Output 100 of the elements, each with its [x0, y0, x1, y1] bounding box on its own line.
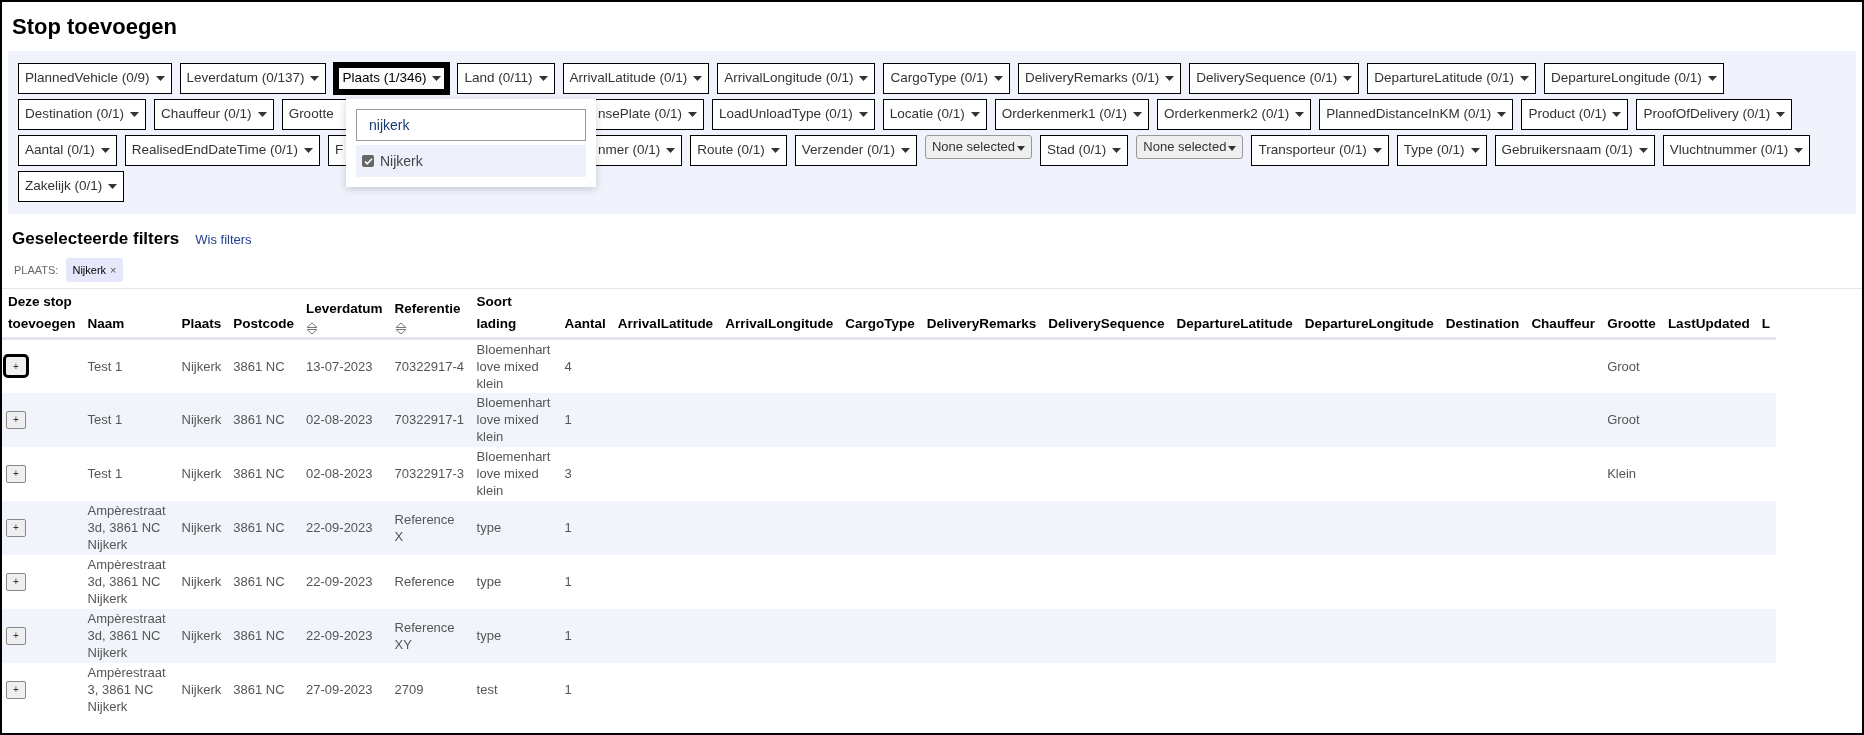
filter-dropdown-button[interactable]: Stad (0/1) [1040, 135, 1129, 166]
table-cell: Nijkerk [181, 520, 222, 535]
caret-icon [1165, 76, 1175, 81]
table-cell: Groot [1607, 358, 1640, 374]
filter-chip[interactable]: Nijkerk × [66, 257, 123, 282]
caret-icon [257, 112, 267, 117]
page-title: Stop toevoegen [11, 13, 178, 41]
caret-icon [859, 76, 869, 81]
filter-dropdown-button[interactable]: CargoType (0/1) [883, 63, 1010, 94]
column-header: DeliveryRemarks [920, 289, 1043, 339]
caret-icon [1794, 148, 1804, 153]
filter-dropdown-button[interactable]: Transporteur (0/1) [1251, 135, 1389, 166]
section-title: Geselecteerde filters [12, 228, 180, 250]
table-cell: type [476, 520, 502, 535]
search-field[interactable]: nijkerk [356, 109, 586, 141]
filter-dropdown-button[interactable]: nmer (0/1) [596, 135, 683, 166]
table-cell: Bloemenhart love mixed klein [476, 341, 551, 391]
column-header: Postcode [227, 289, 301, 339]
add-stop-button[interactable]: + [6, 464, 26, 483]
filter-dropdown-button[interactable]: Chauffeur (0/1) [154, 99, 274, 130]
multiselect-button[interactable]: None selected [1136, 135, 1244, 159]
filter-dropdown-button[interactable]: Orderkenmerk1 (0/1) [994, 99, 1149, 130]
table-cell: Reference XY [394, 619, 455, 652]
sort-icon[interactable] [306, 322, 319, 335]
filter-dropdown-button[interactable]: ArrivalLongitude (0/1) [717, 63, 876, 94]
clear-filters-link[interactable]: Wis filters [195, 230, 252, 250]
table-cell: 1 [564, 520, 572, 535]
table-cell: 13-07-2023 [306, 358, 373, 374]
column-header: Chauffeur [1525, 289, 1602, 339]
filter-dropdown-button[interactable]: Locatie (0/1) [882, 99, 987, 130]
filter-dropdown-button[interactable]: Verzender (0/1) [794, 135, 917, 166]
filter-dropdown-button[interactable]: Grootte [281, 99, 346, 130]
filter-dropdown-button[interactable]: Product (0/1) [1521, 99, 1629, 130]
filter-dropdown-button[interactable]: Zakelijk (0/1) [18, 171, 125, 202]
table-cell: Ampèrestraat 3d, 3861 NC Nijkerk [87, 557, 166, 606]
filter-dropdown-button[interactable]: Land (0/11) [457, 63, 555, 94]
column-header: Plaats [175, 289, 228, 339]
filter-dropdown-button[interactable]: PlannedDistanceInKM (0/1) [1319, 99, 1514, 130]
filter-option[interactable]: Nijkerk [356, 145, 586, 177]
caret-icon [1112, 148, 1122, 153]
filter-dropdown-button[interactable]: nsePlate (0/1) [596, 99, 705, 130]
filter-dropdown-button[interactable]: DeliveryRemarks (0/1) [1017, 63, 1182, 94]
filter-dropdown-button[interactable]: Vluchtnummer (0/1) [1662, 135, 1811, 166]
filter-dropdown-button[interactable]: DepartureLongitude (0/1) [1543, 63, 1724, 94]
table-cell: Ampèrestraat 3d, 3861 NC Nijkerk [87, 611, 166, 660]
table-cell: Test 1 [87, 358, 123, 374]
filter-dropdown-button[interactable]: Plaats (1/346) [334, 63, 450, 94]
filter-dropdown-button[interactable]: Type (0/1) [1396, 135, 1487, 166]
remove-icon[interactable]: × [110, 261, 117, 278]
caret-icon [693, 76, 703, 81]
filter-dropdown-button[interactable]: DepartureLatitude (0/1) [1367, 63, 1536, 94]
filter-dropdown-button[interactable]: ArrivalLatitude (0/1) [562, 63, 710, 94]
add-stop-button[interactable]: + [6, 357, 26, 376]
filter-dropdown-button[interactable]: Route (0/1) [690, 135, 787, 166]
filter-dropdown-button[interactable]: Aantal (0/1) [18, 135, 117, 166]
column-header: ArrivalLatitude [611, 289, 720, 339]
filter-dropdown-button[interactable]: PlannedVehicle (0/9) [18, 63, 172, 94]
filter-dropdown-button[interactable]: Destination (0/1) [18, 99, 147, 130]
table-cell: Nijkerk [181, 466, 222, 481]
sort-icon[interactable] [394, 322, 407, 335]
column-header[interactable]: Referentie [388, 289, 471, 339]
add-stop-button[interactable]: + [6, 680, 26, 699]
multiselect-button[interactable]: None selected [924, 135, 1032, 159]
caret-icon [1497, 112, 1507, 117]
table-cell: 3861 NC [233, 682, 285, 697]
table-cell: Ampèrestraat 3d, 3861 NC Nijkerk [87, 503, 166, 552]
table-cell: 22-09-2023 [306, 520, 373, 535]
table-cell: 3861 NC [233, 628, 285, 643]
column-header[interactable]: Leverdatum [300, 289, 389, 339]
filter-dropdown-button[interactable]: Orderkenmerk2 (0/1) [1157, 99, 1312, 130]
table-cell: 2709 [394, 682, 424, 697]
add-stop-button[interactable]: + [6, 572, 26, 591]
table-cell: Nijkerk [181, 358, 222, 374]
table-cell: 3861 NC [233, 466, 285, 481]
table-cell: 27-09-2023 [306, 682, 373, 697]
add-stop-button[interactable]: + [6, 410, 26, 429]
table-cell: Nijkerk [181, 412, 222, 427]
table-cell: Bloemenhart love mixed klein [476, 395, 551, 444]
caret-icon [1707, 76, 1717, 81]
table-cell: 3861 NC [233, 520, 285, 535]
checkbox[interactable] [362, 155, 374, 167]
table-cell: type [476, 628, 502, 643]
column-header: Naam [81, 289, 176, 339]
add-stop-button[interactable]: + [6, 626, 26, 645]
caret-icon [1470, 148, 1480, 153]
caret-icon [993, 76, 1003, 81]
filter-dropdown-button[interactable]: Gebruikersnaam (0/1) [1494, 135, 1655, 166]
filter-dropdown-button[interactable]: DeliverySequence (0/1) [1189, 63, 1360, 94]
caret-icon [130, 112, 140, 117]
filter-dropdown-button[interactable]: Leverdatum (0/137) [179, 63, 327, 94]
filter-dropdown-button[interactable]: RealisedEndDateTime (0/1) [124, 135, 320, 166]
add-stop-button[interactable]: + [6, 518, 26, 537]
table-cell: Reference [394, 574, 455, 589]
filter-dropdown-button[interactable]: ProofOfDelivery (0/1) [1636, 99, 1793, 130]
caret-icon [1638, 148, 1648, 153]
table-cell: 70322917-3 [394, 466, 464, 481]
table-cell: Nijkerk [181, 574, 222, 589]
filter-dropdown-button[interactable]: LoadUnloadType (0/1) [712, 99, 875, 130]
caret-icon [1133, 112, 1142, 117]
table-cell: Klein [1607, 466, 1637, 481]
